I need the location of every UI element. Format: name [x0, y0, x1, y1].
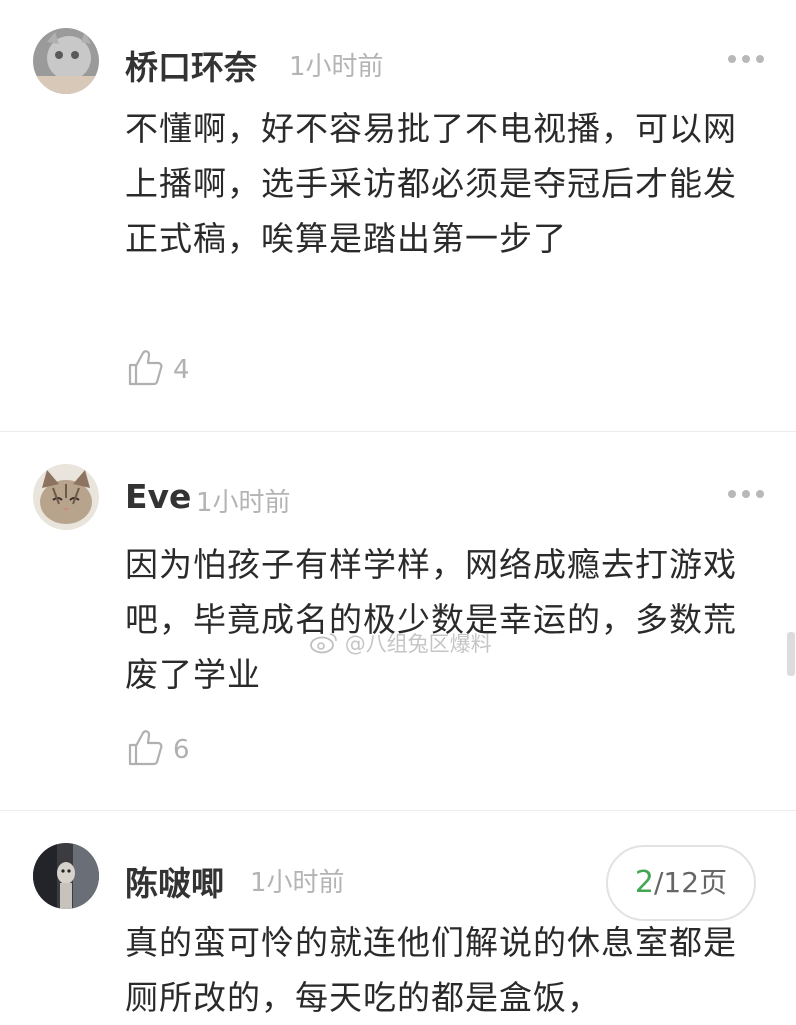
- comment-text: 不懂啊，好不容易批了不电视播，可以网上播啊，选手采访都必须是夺冠后才能发正式稿，…: [125, 109, 737, 258]
- divider: [0, 431, 796, 432]
- avatar[interactable]: [33, 464, 99, 530]
- thumbs-up-icon: [128, 730, 163, 766]
- page-indicator[interactable]: 2/12页: [606, 845, 756, 921]
- timestamp: 1小时前: [196, 488, 291, 518]
- current-page: 2: [634, 865, 654, 900]
- timestamp: 1小时前: [289, 52, 384, 82]
- username[interactable]: Eve: [125, 477, 191, 516]
- more-dots-icon[interactable]: [726, 490, 766, 500]
- comment-text: 真的蛮可怜的就连他们解说的休息室都是厕所改的，每天吃的都是盒饭，: [125, 923, 737, 1017]
- avatar[interactable]: [33, 843, 99, 909]
- divider: [0, 810, 796, 811]
- scrollbar-thumb[interactable]: [787, 632, 795, 676]
- username[interactable]: 陈啵唧: [125, 857, 224, 905]
- watermark-text: @八组兔区爆料: [344, 632, 492, 656]
- comment-text: 因为怕孩子有样学样，网络成瘾去打游戏吧，毕竟成名的极少数是幸运的，多数荒废了学业: [125, 545, 737, 694]
- like-count: 6: [173, 735, 190, 765]
- avatar[interactable]: [33, 28, 99, 94]
- like-count: 4: [173, 355, 190, 385]
- watermark: @八组兔区爆料: [310, 628, 492, 658]
- username[interactable]: 桥口环奈: [125, 41, 257, 89]
- total-pages: /12页: [654, 866, 728, 899]
- more-dots-icon[interactable]: [726, 55, 766, 65]
- weibo-icon: [310, 633, 337, 654]
- thumbs-up-icon: [128, 350, 163, 386]
- timestamp: 1小时前: [250, 868, 345, 898]
